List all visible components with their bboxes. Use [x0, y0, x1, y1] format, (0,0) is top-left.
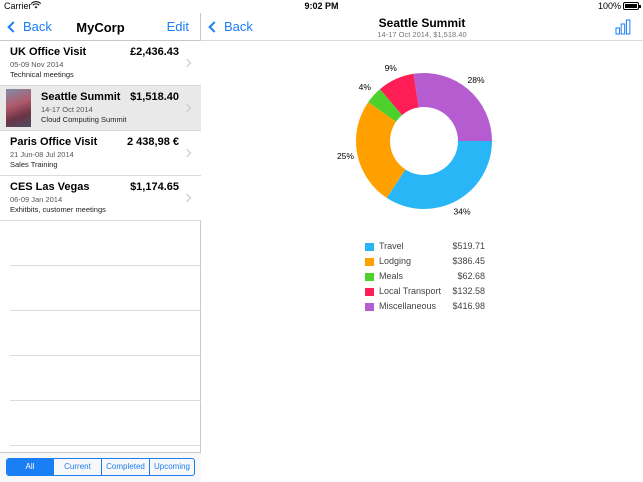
trip-date: 05-09 Nov 2014: [10, 60, 64, 69]
legend-swatch: [365, 243, 374, 251]
trip-amount: £2,436.43: [130, 46, 179, 58]
trip-row-uk-office-visit[interactable]: UK Office Visit £2,436.43 05-09 Nov 2014…: [0, 41, 201, 86]
chevron-right-icon: [182, 58, 192, 68]
legend-label: Local Transport: [379, 286, 442, 296]
legend-item-miscellaneous: Miscellaneous $416.98: [365, 301, 485, 316]
percent-label-travel: 34%: [454, 206, 471, 216]
empty-row: [10, 266, 201, 311]
chevron-right-icon: [182, 103, 192, 113]
legend-value: $416.98: [452, 301, 485, 311]
expense-donut-chart: 34% 25% 4% 9% 28%: [337, 63, 492, 216]
empty-row: [10, 311, 201, 356]
clock: 9:02 PM: [304, 1, 339, 11]
donut-slice-travel: [386, 141, 492, 209]
legend-value: $519.71: [452, 241, 485, 251]
trip-title: Paris Office Visit: [10, 136, 98, 148]
trip-description: Exhitbits, customer meetings: [10, 205, 106, 214]
chevron-right-icon: [182, 193, 192, 203]
legend-value: $132.58: [452, 286, 485, 296]
status-bar: Carrier 9:02 PM 100%: [0, 0, 643, 13]
trip-description: Technical meetings: [10, 70, 74, 79]
segment-all[interactable]: All: [7, 459, 53, 475]
trip-amount: 2 438,98 €: [127, 136, 179, 148]
legend-swatch: [365, 258, 374, 266]
legend-item-meals: Meals $62.68: [365, 271, 485, 286]
trip-description: Cloud Computing Summit: [41, 115, 127, 124]
segment-upcoming[interactable]: Upcoming: [149, 459, 194, 475]
empty-row: [10, 356, 201, 401]
trip-title: CES Las Vegas: [10, 181, 90, 193]
trip-filter-segmented-control: All Current Completed Upcoming: [6, 458, 195, 476]
legend-label: Travel: [379, 241, 404, 251]
trip-list-pane: Back MyCorp Edit UK Office Visit £2,436.…: [0, 13, 201, 482]
trip-date: 14-17 Oct 2014: [41, 105, 93, 114]
filter-toolbar: All Current Completed Upcoming: [0, 452, 201, 482]
legend-swatch: [365, 303, 374, 311]
legend-value: $386.45: [452, 256, 485, 266]
trip-date: 21 Jun-08 Jul 2014: [10, 150, 74, 159]
trip-detail-pane: Back Seattle Summit 14-17 Oct 2014, $1,5…: [201, 13, 643, 482]
legend-swatch: [365, 288, 374, 296]
legend-swatch: [365, 273, 374, 281]
percent-label-meals: 4%: [359, 82, 372, 92]
legend-item-travel: Travel $519.71: [365, 241, 485, 256]
legend-label: Lodging: [379, 256, 412, 266]
percent-label-lodging: 25%: [337, 151, 354, 161]
trip-amount: $1,174.65: [130, 181, 179, 193]
legend-label: Meals: [379, 271, 404, 281]
percent-label-local-transport: 9%: [385, 63, 398, 73]
battery-icon: [623, 2, 641, 10]
battery-percent: 100%: [597, 1, 621, 11]
segment-completed[interactable]: Completed: [101, 459, 149, 475]
percent-label-miscellaneous: 28%: [468, 75, 485, 85]
trip-amount: $1,518.40: [130, 91, 179, 103]
trip-thumbnail: [6, 89, 31, 127]
master-navbar: Back MyCorp Edit: [0, 13, 201, 41]
trip-list: UK Office Visit £2,436.43 05-09 Nov 2014…: [0, 41, 201, 221]
trip-title: Seattle Summit: [41, 91, 121, 103]
empty-row: [10, 221, 201, 266]
trip-date: 06-09 Jan 2014: [10, 195, 63, 204]
trip-row-paris-office-visit[interactable]: Paris Office Visit 2 438,98 € 21 Jun-08 …: [0, 131, 201, 176]
chart-legend: Travel $519.71 Lodging $386.45 Meals $62.68 Lo…: [365, 241, 485, 316]
empty-row: [10, 401, 201, 446]
segment-current[interactable]: Current: [53, 459, 101, 475]
trip-title: UK Office Visit: [10, 46, 87, 58]
legend-item-local-transport: Local Transport $132.58: [365, 286, 485, 301]
edit-button[interactable]: Edit: [167, 19, 189, 34]
trip-description: Sales Training: [10, 160, 58, 169]
chevron-right-icon: [182, 148, 192, 158]
legend-label: Miscellaneous: [379, 301, 437, 311]
trip-row-ces-las-vegas[interactable]: CES Las Vegas $1,174.65 06-09 Jan 2014 E…: [0, 176, 201, 221]
empty-list-rows: [10, 221, 201, 446]
trip-row-seattle-summit[interactable]: Seattle Summit $1,518.40 14-17 Oct 2014 …: [0, 86, 201, 131]
legend-item-lodging: Lodging $386.45: [365, 256, 485, 271]
legend-value: $62.68: [457, 271, 485, 281]
